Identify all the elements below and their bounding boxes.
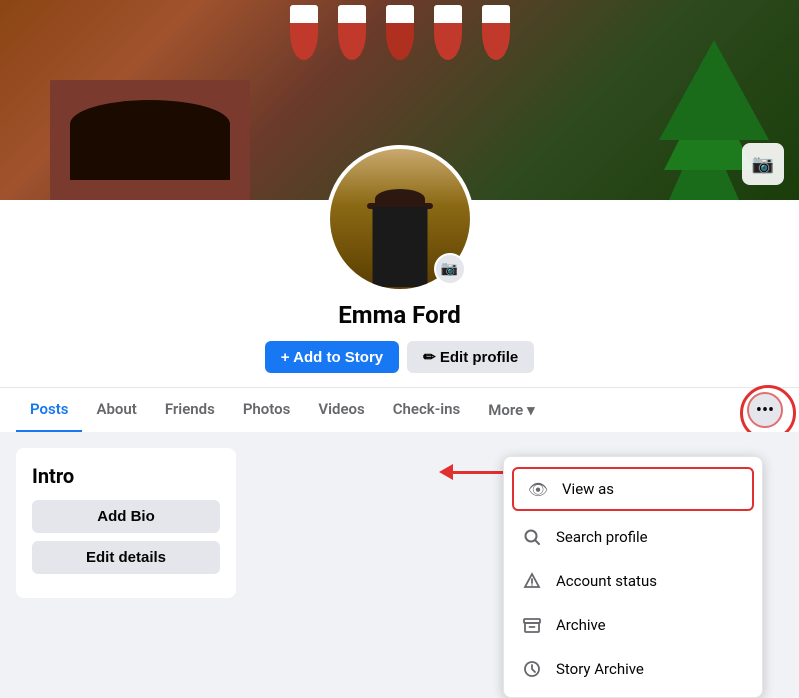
nav-tabs: Posts About Friends Photos Videos Check-… xyxy=(0,387,799,432)
content-area: Intro Add Bio Edit details 👁 View as xyxy=(0,432,799,614)
stocking-5 xyxy=(482,5,510,60)
dropdown-menu: 👁 View as Search profile xyxy=(503,456,763,698)
chevron-down-icon: ▾ xyxy=(527,401,535,419)
intro-title: Intro xyxy=(32,464,220,488)
tab-posts[interactable]: Posts xyxy=(16,388,82,433)
dropdown-item-view-as[interactable]: 👁 View as xyxy=(512,467,754,511)
add-to-story-button[interactable]: + Add to Story xyxy=(265,341,399,373)
profile-actions: + Add to Story ✏ Edit profile xyxy=(265,341,534,387)
profile-name: Emma Ford xyxy=(338,301,460,329)
edit-details-button[interactable]: Edit details xyxy=(32,541,220,574)
cover-fireplace xyxy=(50,80,250,200)
stocking-1 xyxy=(290,5,318,60)
avatar-camera-button[interactable]: 📷 xyxy=(434,253,466,285)
more-label: More xyxy=(488,401,523,419)
tab-videos[interactable]: Videos xyxy=(304,388,378,433)
dropdown-item-search-profile[interactable]: Search profile xyxy=(504,515,762,559)
intro-box: Intro Add Bio Edit details xyxy=(16,448,236,598)
tree-layer-1 xyxy=(659,40,769,140)
story-archive-label: Story Archive xyxy=(556,660,644,678)
stocking-4 xyxy=(434,5,462,60)
dots-icon: ••• xyxy=(756,400,774,421)
tab-photos[interactable]: Photos xyxy=(229,388,305,433)
dropdown-item-account-status[interactable]: Account status xyxy=(504,559,762,603)
tab-checkins[interactable]: Check-ins xyxy=(379,388,474,433)
view-as-label: View as xyxy=(562,480,614,498)
dropdown-item-story-archive[interactable]: Story Archive xyxy=(504,647,762,691)
archive-icon xyxy=(520,613,544,637)
view-as-icon: 👁 xyxy=(526,477,550,501)
avatar-body xyxy=(372,207,427,287)
tab-about[interactable]: About xyxy=(82,388,150,433)
highlight-arrow xyxy=(439,464,503,480)
add-bio-button[interactable]: Add Bio xyxy=(32,500,220,533)
tab-friends[interactable]: Friends xyxy=(151,388,229,433)
warning-icon xyxy=(520,569,544,593)
arrow-line xyxy=(453,471,503,474)
clock-icon xyxy=(520,657,544,681)
nav-more-button[interactable]: More ▾ xyxy=(474,389,548,431)
avatar-hat xyxy=(375,189,425,209)
search-profile-label: Search profile xyxy=(556,528,648,546)
avatar-camera-icon: 📷 xyxy=(441,261,458,277)
avatar-container: 📷 xyxy=(326,145,474,293)
dropdown-item-archive[interactable]: Archive xyxy=(504,603,762,647)
archive-label: Archive xyxy=(556,616,606,634)
nav-dots-button[interactable]: ••• xyxy=(747,392,783,428)
cover-camera-icon: 📷 xyxy=(752,154,774,175)
search-icon xyxy=(520,525,544,549)
arrow-head xyxy=(439,464,453,480)
account-status-label: Account status xyxy=(556,572,657,590)
avatar-person xyxy=(360,179,440,289)
stocking-2 xyxy=(338,5,366,60)
cover-camera-button[interactable]: 📷 xyxy=(742,143,784,185)
profile-section: 📷 Emma Ford + Add to Story ✏ Edit profil… xyxy=(0,200,799,387)
stocking-3 xyxy=(386,5,414,60)
edit-profile-button[interactable]: ✏ Edit profile xyxy=(407,341,534,373)
